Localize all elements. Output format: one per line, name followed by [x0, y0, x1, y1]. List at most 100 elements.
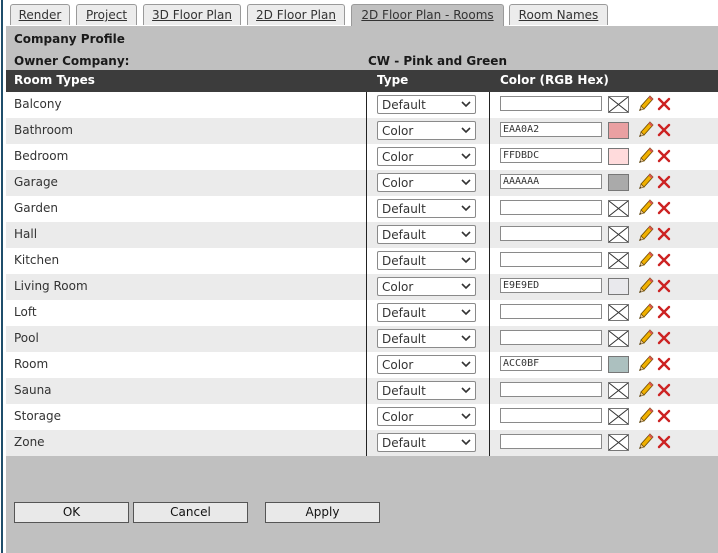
- delete-x-icon[interactable]: [656, 304, 672, 320]
- room-type-name: Bathroom: [14, 123, 73, 137]
- delete-x-icon[interactable]: [656, 356, 672, 372]
- type-select[interactable]: Default: [377, 95, 476, 114]
- chevron-down-icon: [461, 205, 471, 212]
- hex-color-input[interactable]: [500, 330, 602, 345]
- delete-x-icon[interactable]: [656, 382, 672, 398]
- pencil-icon[interactable]: [638, 433, 654, 451]
- hex-color-input[interactable]: AAAAAA: [500, 174, 602, 189]
- pencil-icon[interactable]: [638, 381, 654, 399]
- pencil-icon[interactable]: [638, 329, 654, 347]
- column-divider: [366, 274, 367, 300]
- pencil-icon[interactable]: [638, 251, 654, 269]
- delete-x-icon[interactable]: [656, 148, 672, 164]
- apply-button[interactable]: Apply: [265, 502, 380, 523]
- type-select-value: Default: [382, 98, 426, 112]
- chevron-down-icon: [461, 179, 471, 186]
- cancel-button[interactable]: Cancel: [133, 502, 248, 523]
- column-divider: [489, 196, 490, 222]
- hex-color-input[interactable]: [500, 382, 602, 397]
- type-select[interactable]: Color: [377, 173, 476, 192]
- column-divider: [489, 300, 490, 326]
- column-divider: [366, 352, 367, 378]
- type-select[interactable]: Color: [377, 407, 476, 426]
- hex-color-input[interactable]: [500, 408, 602, 423]
- type-select[interactable]: Color: [377, 121, 476, 140]
- hex-color-input[interactable]: [500, 252, 602, 267]
- column-divider: [489, 352, 490, 378]
- hex-color-input[interactable]: EAA0A2: [500, 122, 602, 137]
- type-select[interactable]: Default: [377, 199, 476, 218]
- hex-color-input[interactable]: [500, 434, 602, 449]
- no-color-swatch-icon[interactable]: [608, 226, 629, 243]
- room-type-name: Garage: [14, 175, 58, 189]
- type-select[interactable]: Default: [377, 225, 476, 244]
- delete-x-icon[interactable]: [656, 278, 672, 294]
- color-swatch[interactable]: [608, 174, 629, 191]
- no-color-swatch-icon[interactable]: [608, 200, 629, 217]
- pencil-icon[interactable]: [638, 277, 654, 295]
- hex-color-input[interactable]: E9E9ED: [500, 278, 602, 293]
- type-select[interactable]: Default: [377, 329, 476, 348]
- pencil-icon[interactable]: [638, 121, 654, 139]
- color-swatch[interactable]: [608, 356, 629, 373]
- type-select-value: Default: [382, 306, 426, 320]
- envelope-cross-icon: [608, 330, 629, 347]
- tab-3d-floor-plan[interactable]: 3D Floor Plan: [143, 4, 241, 25]
- room-type-name: Balcony: [14, 97, 62, 111]
- hex-color-input[interactable]: [500, 226, 602, 241]
- pencil-icon[interactable]: [638, 355, 654, 373]
- color-swatch[interactable]: [608, 148, 629, 165]
- delete-x-icon[interactable]: [656, 200, 672, 216]
- type-select[interactable]: Default: [377, 303, 476, 322]
- delete-x-icon[interactable]: [656, 408, 672, 424]
- pencil-icon[interactable]: [638, 147, 654, 165]
- tab-2d-floor-plan-rooms[interactable]: 2D Floor Plan - Rooms: [351, 4, 504, 26]
- column-divider: [366, 144, 367, 170]
- delete-x-icon[interactable]: [656, 330, 672, 346]
- type-select[interactable]: Default: [377, 251, 476, 270]
- hex-color-input[interactable]: [500, 96, 602, 111]
- column-divider: [366, 196, 367, 222]
- room-type-name: Kitchen: [14, 253, 60, 267]
- pencil-icon[interactable]: [638, 225, 654, 243]
- no-color-swatch-icon[interactable]: [608, 252, 629, 269]
- tab-room-names[interactable]: Room Names: [509, 4, 608, 25]
- delete-x-icon[interactable]: [656, 252, 672, 268]
- pencil-icon[interactable]: [638, 303, 654, 321]
- tab-project[interactable]: Project: [76, 4, 137, 25]
- hex-color-input[interactable]: ACC0BF: [500, 356, 602, 371]
- no-color-swatch-icon[interactable]: [608, 382, 629, 399]
- type-select[interactable]: Color: [377, 355, 476, 374]
- pencil-icon[interactable]: [638, 199, 654, 217]
- color-swatch[interactable]: [608, 278, 629, 295]
- pencil-icon[interactable]: [638, 95, 654, 113]
- no-color-swatch-icon[interactable]: [608, 96, 629, 113]
- no-color-swatch-icon[interactable]: [608, 408, 629, 425]
- type-select[interactable]: Color: [377, 277, 476, 296]
- table-row: Sauna Default: [6, 378, 718, 404]
- delete-x-icon[interactable]: [656, 96, 672, 112]
- delete-x-icon[interactable]: [656, 174, 672, 190]
- no-color-swatch-icon[interactable]: [608, 330, 629, 347]
- pencil-icon[interactable]: [638, 407, 654, 425]
- column-divider: [366, 118, 367, 144]
- table-row: Balcony Default: [6, 92, 718, 118]
- color-swatch[interactable]: [608, 122, 629, 139]
- tab-2d-floor-plan[interactable]: 2D Floor Plan: [247, 4, 345, 25]
- no-color-swatch-icon[interactable]: [608, 434, 629, 451]
- hex-color-input[interactable]: [500, 200, 602, 215]
- room-type-name: Room: [14, 357, 49, 371]
- type-select[interactable]: Color: [377, 147, 476, 166]
- type-select[interactable]: Default: [377, 381, 476, 400]
- ok-button[interactable]: OK: [14, 502, 129, 523]
- delete-x-icon[interactable]: [656, 226, 672, 242]
- no-color-swatch-icon[interactable]: [608, 304, 629, 321]
- hex-color-input[interactable]: FFDBDC: [500, 148, 602, 163]
- delete-x-icon[interactable]: [656, 122, 672, 138]
- type-select[interactable]: Default: [377, 433, 476, 452]
- pencil-icon[interactable]: [638, 173, 654, 191]
- delete-x-icon[interactable]: [656, 434, 672, 450]
- type-select-value: Default: [382, 384, 426, 398]
- hex-color-input[interactable]: [500, 304, 602, 319]
- tab-render[interactable]: Render: [10, 4, 70, 25]
